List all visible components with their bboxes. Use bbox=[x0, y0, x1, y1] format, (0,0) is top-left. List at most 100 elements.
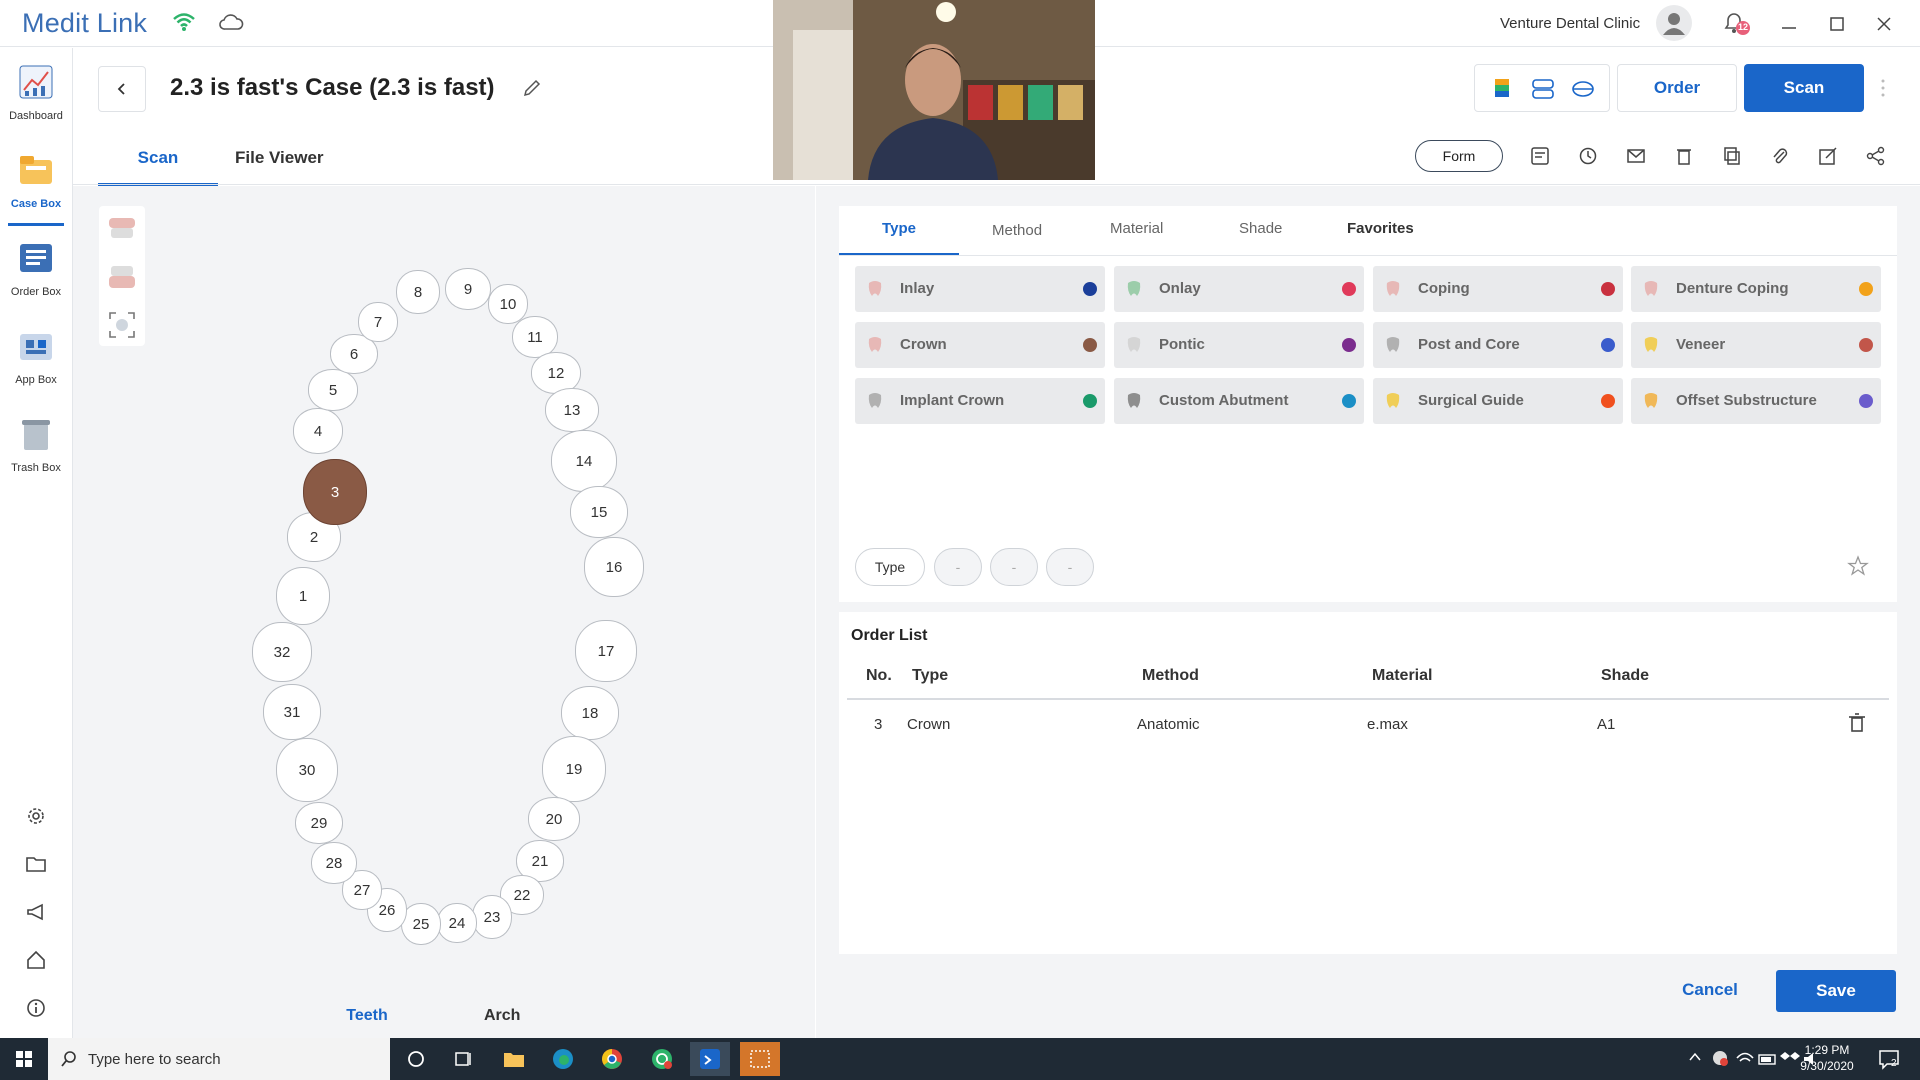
subtab-material[interactable]: Material bbox=[1110, 220, 1163, 256]
tooth-28[interactable]: 28 bbox=[311, 842, 357, 884]
copy-icon[interactable] bbox=[1720, 144, 1744, 168]
type-option-pontic[interactable]: Pontic bbox=[1114, 322, 1364, 368]
folder-icon[interactable] bbox=[22, 850, 50, 878]
tooth-1[interactable]: 1 bbox=[276, 567, 330, 625]
type-option-inlay[interactable]: Inlay bbox=[855, 266, 1105, 312]
tooth-5[interactable]: 5 bbox=[308, 369, 358, 411]
delete-icon[interactable] bbox=[1672, 144, 1696, 168]
type-option-implant-crown[interactable]: Implant Crown bbox=[855, 378, 1105, 424]
subtab-type[interactable]: Type bbox=[839, 220, 959, 256]
tooth-30[interactable]: 30 bbox=[276, 738, 338, 802]
order-button[interactable]: Order bbox=[1617, 64, 1737, 112]
trash-icon[interactable] bbox=[1847, 712, 1867, 739]
history-icon[interactable] bbox=[1576, 144, 1600, 168]
color-palette-icon[interactable] bbox=[1493, 77, 1511, 106]
subtab-favorites[interactable]: Favorites bbox=[1347, 220, 1414, 256]
tray-app-icon[interactable] bbox=[1710, 1048, 1730, 1073]
tooth-32[interactable]: 32 bbox=[252, 622, 312, 682]
chip-type[interactable]: Type bbox=[855, 548, 925, 586]
tooth-29[interactable]: 29 bbox=[295, 802, 343, 844]
snipping-tool-icon[interactable] bbox=[740, 1042, 780, 1076]
tooth-4[interactable]: 4 bbox=[293, 408, 343, 454]
clinic-name[interactable]: Venture Dental Clinic bbox=[1500, 15, 1640, 32]
cortana-icon[interactable] bbox=[396, 1042, 436, 1076]
tooth-13[interactable]: 13 bbox=[545, 388, 599, 432]
tooth-24[interactable]: 24 bbox=[437, 903, 477, 943]
type-option-onlay[interactable]: Onlay bbox=[1114, 266, 1364, 312]
chip-method[interactable]: - bbox=[934, 548, 982, 586]
save-button[interactable]: Save bbox=[1776, 970, 1896, 1012]
task-view-icon[interactable] bbox=[444, 1042, 484, 1076]
attach-icon[interactable] bbox=[1768, 144, 1792, 168]
tooth-19[interactable]: 19 bbox=[542, 736, 606, 802]
home-icon[interactable] bbox=[22, 946, 50, 974]
favorite-star-icon[interactable] bbox=[1847, 555, 1869, 582]
tab-scan[interactable]: Scan bbox=[98, 146, 218, 186]
arch-view-icon[interactable] bbox=[1571, 77, 1595, 106]
close-button[interactable] bbox=[1870, 10, 1898, 38]
type-option-denture-coping[interactable]: Denture Coping bbox=[1631, 266, 1881, 312]
taskbar-clock[interactable]: 1:29 PM 9/30/2020 bbox=[1792, 1042, 1862, 1074]
type-option-surgical-guide[interactable]: Surgical Guide bbox=[1373, 378, 1623, 424]
sidebar-item-app-box[interactable]: App Box bbox=[0, 318, 72, 402]
type-option-coping[interactable]: Coping bbox=[1373, 266, 1623, 312]
cloud-icon[interactable] bbox=[218, 13, 244, 36]
tooth-3[interactable]: 3 bbox=[303, 459, 367, 525]
form-button[interactable]: Form bbox=[1415, 140, 1503, 172]
tooth-16[interactable]: 16 bbox=[584, 537, 644, 597]
tooth-18[interactable]: 18 bbox=[561, 686, 619, 740]
tooth-9[interactable]: 9 bbox=[445, 268, 491, 310]
tooth-15[interactable]: 15 bbox=[570, 486, 628, 538]
scanner-jaw-icon[interactable] bbox=[1531, 77, 1555, 106]
more-menu-icon[interactable] bbox=[1880, 78, 1886, 103]
chip-shade[interactable]: - bbox=[1046, 548, 1094, 586]
tooth-25[interactable]: 25 bbox=[401, 903, 441, 945]
user-avatar[interactable] bbox=[1656, 5, 1692, 41]
type-option-veneer[interactable]: Veneer bbox=[1631, 322, 1881, 368]
subtab-method[interactable]: Method bbox=[992, 220, 1042, 256]
tooth-31[interactable]: 31 bbox=[263, 684, 321, 740]
chip-material[interactable]: - bbox=[990, 548, 1038, 586]
tray-battery-icon[interactable] bbox=[1757, 1050, 1779, 1073]
settings-gear-icon[interactable] bbox=[22, 802, 50, 830]
type-option-post-and-core[interactable]: Post and Core bbox=[1373, 322, 1623, 368]
back-button[interactable] bbox=[98, 66, 146, 112]
sidebar-item-order-box[interactable]: Order Box bbox=[0, 230, 72, 314]
megaphone-icon[interactable] bbox=[22, 898, 50, 926]
sidebar-item-case-box[interactable]: Case Box bbox=[0, 142, 72, 226]
edit-pencil-icon[interactable] bbox=[522, 78, 542, 103]
tooth-20[interactable]: 20 bbox=[528, 797, 580, 841]
type-option-offset-substructure[interactable]: Offset Substructure bbox=[1631, 378, 1881, 424]
tooth-8[interactable]: 8 bbox=[396, 270, 440, 314]
mail-icon[interactable] bbox=[1624, 144, 1648, 168]
subtab-shade[interactable]: Shade bbox=[1239, 220, 1282, 256]
type-option-crown[interactable]: Crown bbox=[855, 322, 1105, 368]
action-center-icon[interactable]: 2 bbox=[1878, 1048, 1900, 1075]
whatsapp-icon[interactable] bbox=[642, 1042, 682, 1076]
maximize-button[interactable] bbox=[1823, 10, 1851, 38]
tooth-23[interactable]: 23 bbox=[472, 895, 512, 939]
note-icon[interactable] bbox=[1528, 144, 1552, 168]
cancel-button[interactable]: Cancel bbox=[1680, 970, 1740, 1010]
open-external-icon[interactable] bbox=[1816, 144, 1840, 168]
tooth-14[interactable]: 14 bbox=[551, 430, 617, 492]
tab-file-viewer[interactable]: File Viewer bbox=[235, 146, 324, 186]
edge-browser-icon[interactable] bbox=[543, 1042, 583, 1076]
sidebar-item-dashboard[interactable]: Dashboard bbox=[0, 54, 72, 138]
minimize-button[interactable] bbox=[1775, 10, 1803, 38]
tray-network-icon[interactable] bbox=[1735, 1050, 1755, 1073]
share-icon[interactable] bbox=[1864, 144, 1888, 168]
file-explorer-icon[interactable] bbox=[494, 1042, 534, 1076]
chrome-browser-icon[interactable] bbox=[592, 1042, 632, 1076]
scan-button[interactable]: Scan bbox=[1744, 64, 1864, 112]
remote-desktop-icon[interactable] bbox=[690, 1042, 730, 1076]
tray-chevron-icon[interactable] bbox=[1688, 1050, 1702, 1069]
taskbar-search-box[interactable]: Type here to search bbox=[48, 1038, 390, 1080]
tooth-17[interactable]: 17 bbox=[575, 620, 637, 682]
windows-start-icon[interactable] bbox=[4, 1042, 44, 1076]
type-option-custom-abutment[interactable]: Custom Abutment bbox=[1114, 378, 1364, 424]
notification-bell-icon[interactable]: 12 bbox=[1722, 10, 1752, 41]
info-icon[interactable] bbox=[22, 994, 50, 1022]
tooth-7[interactable]: 7 bbox=[358, 302, 398, 342]
sidebar-item-trash-box[interactable]: Trash Box bbox=[0, 406, 72, 490]
